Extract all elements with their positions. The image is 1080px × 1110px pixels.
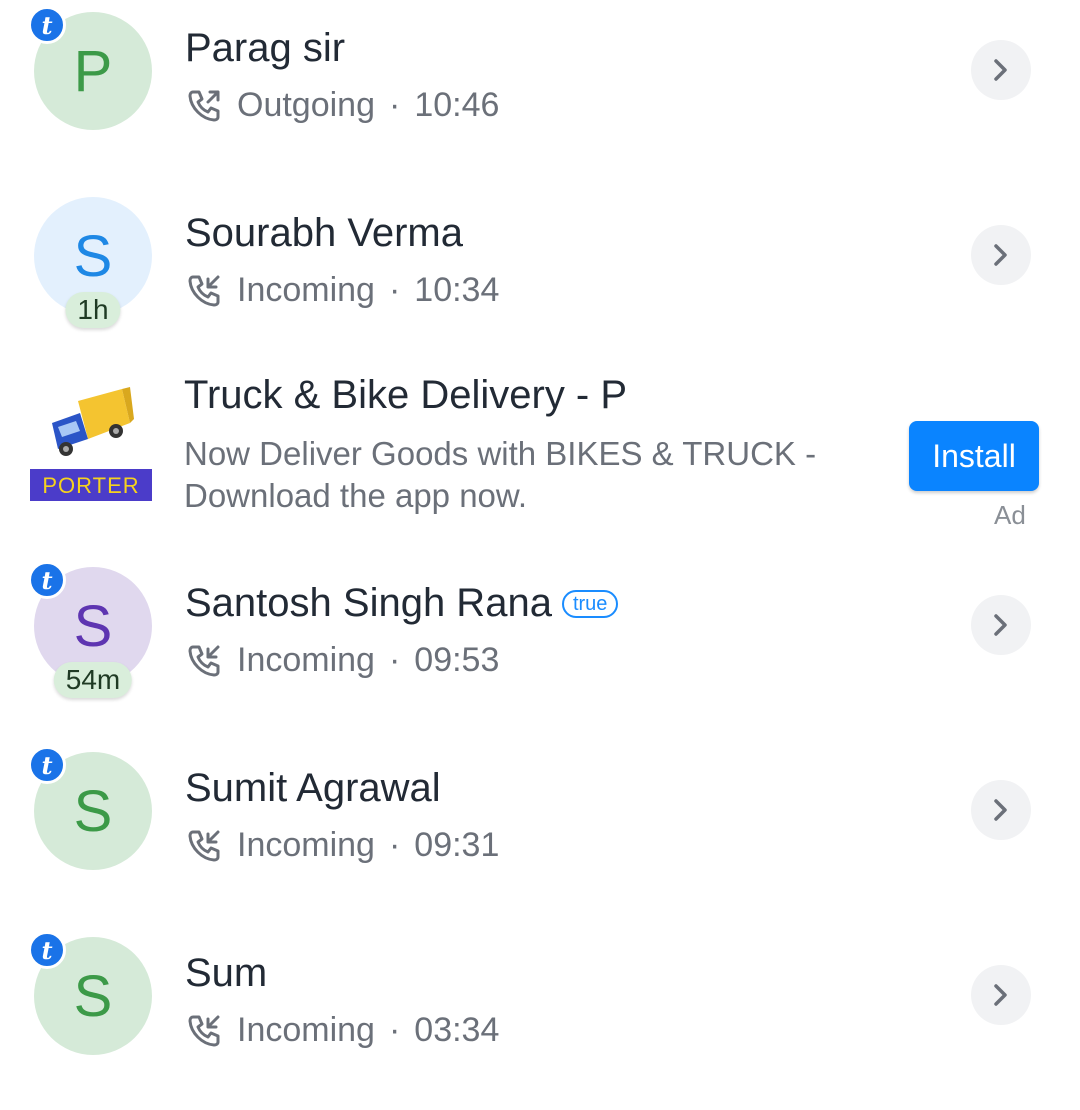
incoming-call-icon	[187, 644, 237, 678]
chevron-right-icon[interactable]	[971, 780, 1031, 840]
avatar-initial: S	[73, 964, 113, 1029]
separator-dot: ·	[388, 1011, 401, 1049]
avatar-initial: S	[73, 779, 113, 844]
avatar-initial: P	[73, 39, 113, 104]
call-time: 03:34	[414, 1011, 500, 1049]
contact-name[interactable]: Parag sir	[185, 26, 345, 71]
call-log-row[interactable]: St Sum Incoming · 03:34	[0, 925, 1080, 1110]
contact-name-text: Sourabh Verma	[185, 211, 463, 255]
install-button[interactable]: Install	[909, 421, 1039, 491]
porter-logo: PORTER	[30, 387, 152, 501]
call-details: Outgoing · 10:46	[187, 86, 499, 125]
contact-name-text: Sum	[185, 951, 268, 995]
avatar-initial: S	[73, 594, 113, 659]
separator-dot: ·	[389, 86, 401, 124]
incoming-call-icon	[187, 274, 237, 308]
chevron-right-icon[interactable]	[971, 965, 1031, 1025]
truecaller-badge-icon: t	[28, 931, 66, 969]
ad-label: Ad	[994, 500, 1026, 530]
contact-name[interactable]: Sourabh Verma	[185, 211, 463, 256]
call-type: Incoming	[237, 641, 375, 679]
contact-name[interactable]: Santosh Singh Rana true	[185, 581, 619, 626]
call-log-row[interactable]: Pt Parag sir Outgoing · 10:46	[0, 0, 1080, 185]
truecaller-badge-icon: t	[28, 746, 66, 784]
outgoing-call-icon	[187, 89, 237, 123]
last-seen-pill: 1h	[65, 292, 121, 328]
call-type: Incoming	[237, 271, 375, 309]
call-type: Incoming	[237, 826, 375, 864]
call-type: Outgoing	[237, 86, 375, 124]
call-time: 10:34	[414, 271, 500, 309]
contact-name-text: Parag sir	[185, 26, 346, 70]
avatar-initial: S	[73, 224, 113, 289]
ad-description: Now Deliver Goods with BIKES & TRUCK - D…	[184, 435, 817, 514]
call-log-row[interactable]: St Sumit Agrawal Incoming · 09:31	[0, 740, 1080, 925]
call-details: Incoming · 09:53	[187, 641, 499, 680]
call-time: 10:46	[414, 86, 500, 124]
contact-name-text: Santosh Singh Rana	[185, 581, 552, 625]
call-type: Incoming	[237, 1011, 375, 1049]
call-log-row[interactable]: S 1h Sourabh Verma Incoming · 10:34	[0, 185, 1080, 370]
incoming-call-icon	[187, 1014, 237, 1048]
avatar[interactable]: S 1h	[34, 197, 152, 328]
truecaller-badge-icon: t	[28, 561, 66, 599]
ad-title[interactable]: Truck & Bike Delivery - P	[184, 373, 627, 418]
chevron-right-icon[interactable]	[971, 225, 1031, 285]
svg-text:PORTER: PORTER	[42, 473, 139, 498]
call-time: 09:53	[414, 641, 500, 679]
separator-dot: ·	[388, 641, 401, 679]
contact-name-text: Sumit Agrawal	[185, 766, 441, 810]
separator-dot: ·	[388, 826, 401, 864]
chevron-right-icon[interactable]	[971, 40, 1031, 100]
contact-name[interactable]: Sumit Agrawal	[185, 766, 441, 811]
separator-dot: ·	[388, 271, 401, 309]
incoming-call-icon	[187, 829, 237, 863]
call-time: 09:31	[414, 826, 500, 864]
last-seen-pill: 54m	[53, 662, 133, 698]
call-details: Incoming · 03:34	[187, 1011, 499, 1050]
call-details: Incoming · 10:34	[187, 271, 499, 310]
truecaller-badge-icon: t	[28, 6, 66, 44]
verified-true-badge: true	[561, 590, 619, 618]
call-log-row[interactable]: S 54m t Santosh Singh Rana true Incoming · 09:5…	[0, 555, 1080, 740]
call-details: Incoming · 09:31	[187, 826, 499, 865]
contact-name[interactable]: Sum	[185, 951, 267, 996]
chevron-right-icon[interactable]	[971, 595, 1031, 655]
